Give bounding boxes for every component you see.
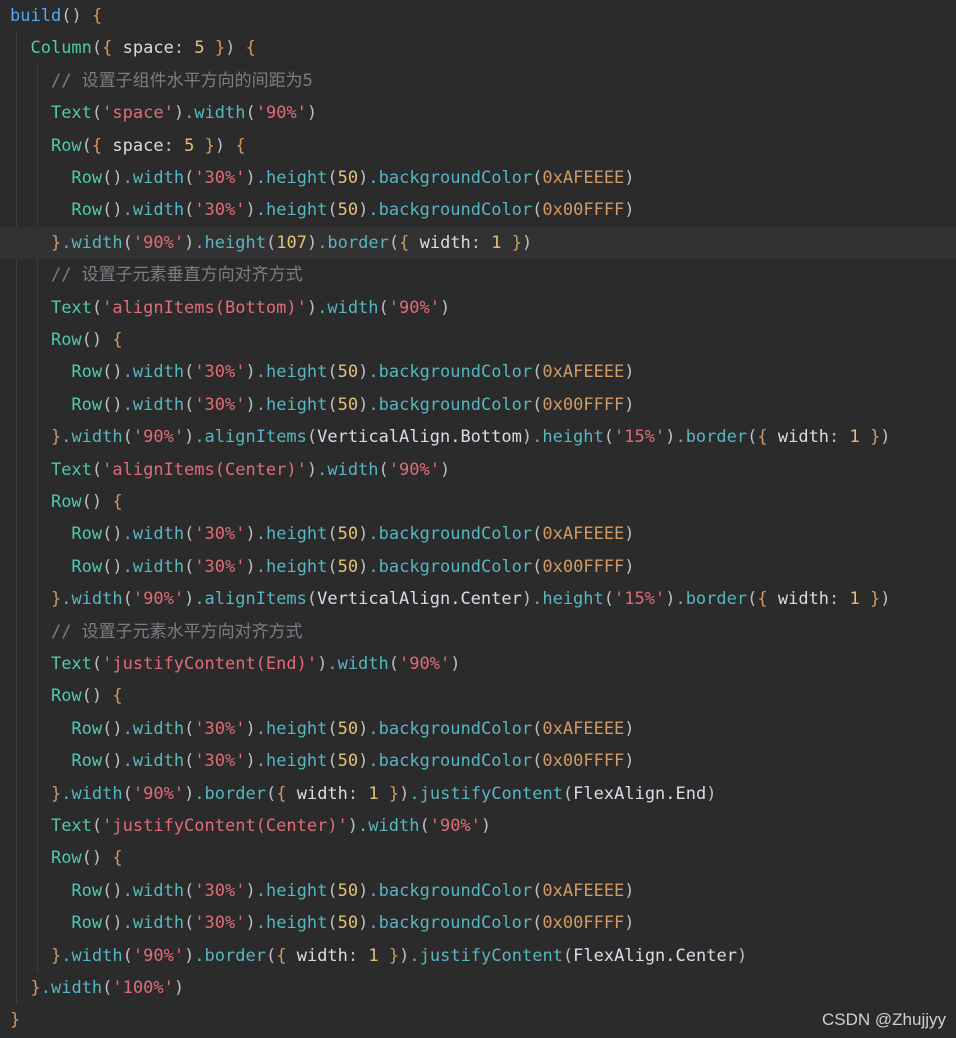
code-line[interactable]: Text('justifyContent(End)').width('90%') bbox=[10, 648, 461, 680]
code-line[interactable]: Row().width('30%').height(50).background… bbox=[10, 389, 634, 421]
code-line[interactable]: Row().width('30%').height(50).background… bbox=[10, 162, 634, 194]
code-line[interactable]: Row() { bbox=[10, 486, 123, 518]
code-line[interactable]: Row() { bbox=[10, 842, 123, 874]
code-line[interactable]: Text('justifyContent(Center)').width('90… bbox=[10, 810, 491, 842]
code-line[interactable]: // 设置子元素垂直方向对齐方式 bbox=[10, 259, 303, 291]
code-line[interactable]: } bbox=[10, 1004, 20, 1036]
code-line[interactable]: }.width('90%').alignItems(VerticalAlign.… bbox=[10, 583, 891, 615]
code-editor[interactable]: build() { Column({ space: 5 }) { // 设置子组… bbox=[0, 0, 956, 1038]
code-line[interactable]: }.width('90%').height(107).border({ widt… bbox=[0, 226, 956, 259]
code-line[interactable]: // 设置子组件水平方向的间距为5 bbox=[10, 65, 313, 97]
code-line[interactable]: Text('alignItems(Center)').width('90%') bbox=[10, 454, 450, 486]
code-line[interactable]: Row() { bbox=[10, 324, 123, 356]
code-line[interactable]: Row().width('30%').height(50).background… bbox=[10, 875, 634, 907]
code-line[interactable]: Row().width('30%').height(50).background… bbox=[10, 713, 634, 745]
code-line[interactable]: Row().width('30%').height(50).background… bbox=[10, 907, 634, 939]
code-line[interactable]: Column({ space: 5 }) { bbox=[10, 32, 255, 64]
code-line[interactable]: build() { bbox=[10, 0, 102, 32]
code-line[interactable]: }.width('90%').alignItems(VerticalAlign.… bbox=[10, 421, 891, 453]
code-line[interactable]: Row().width('30%').height(50).background… bbox=[10, 356, 634, 388]
code-line[interactable]: Row() { bbox=[10, 680, 123, 712]
code-line[interactable]: // 设置子元素水平方向对齐方式 bbox=[10, 616, 303, 648]
code-line[interactable]: Text('alignItems(Bottom)').width('90%') bbox=[10, 292, 450, 324]
code-line[interactable]: Row().width('30%').height(50).background… bbox=[10, 551, 634, 583]
code-line[interactable]: }.width('100%') bbox=[10, 972, 184, 1004]
code-line[interactable]: Row().width('30%').height(50).background… bbox=[10, 745, 634, 777]
code-line[interactable]: Row().width('30%').height(50).background… bbox=[10, 518, 634, 550]
code-line[interactable]: }.width('90%').border({ width: 1 }).just… bbox=[10, 940, 747, 972]
code-line[interactable]: Text('space').width('90%') bbox=[10, 97, 317, 129]
watermark: CSDN @Zhujjyy bbox=[822, 1010, 946, 1029]
code-line[interactable]: }.width('90%').border({ width: 1 }).just… bbox=[10, 778, 717, 810]
code-line[interactable]: Row({ space: 5 }) { bbox=[10, 130, 246, 162]
code-line[interactable]: Row().width('30%').height(50).background… bbox=[10, 194, 634, 226]
